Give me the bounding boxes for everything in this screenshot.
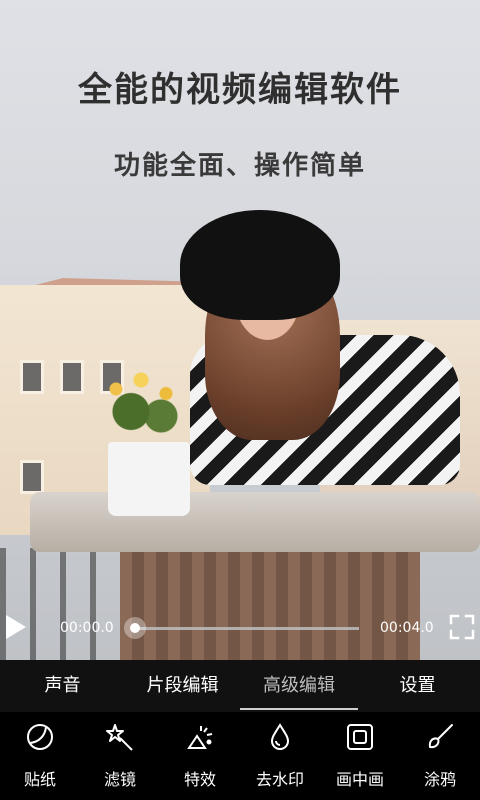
headline-subtitle: 功能全面、操作简单 xyxy=(113,151,366,181)
progress-track[interactable] xyxy=(134,627,359,630)
edit-tabs: 声音 片段编辑 高级编辑 设置 xyxy=(0,660,480,712)
active-tab-indicator xyxy=(240,708,358,710)
play-button[interactable] xyxy=(4,613,28,641)
woman-hat xyxy=(180,210,340,320)
sticker-icon xyxy=(27,724,53,750)
tool-label: 涂鸦 xyxy=(423,770,456,789)
picture-in-picture-icon xyxy=(347,724,373,750)
tool-picture-in-picture[interactable]: 画中画 xyxy=(320,712,400,800)
tool-bar: 贴纸 滤镜 特效 去水印 画中画 涂鸦 xyxy=(0,712,480,800)
wooden-table-top xyxy=(30,492,480,552)
tool-label: 特效 xyxy=(183,770,216,789)
building-window xyxy=(60,360,84,394)
flower-pot xyxy=(108,442,190,516)
tool-label: 画中画 xyxy=(335,770,384,789)
tool-label: 贴纸 xyxy=(23,770,56,789)
tab-clip-edit[interactable]: 片段编辑 xyxy=(120,660,245,712)
building-window xyxy=(20,460,44,494)
tool-sticker[interactable]: 贴纸 xyxy=(0,712,80,800)
current-time: 00:00.0 xyxy=(60,620,114,636)
tab-sound[interactable]: 声音 xyxy=(0,660,125,712)
app-root: 全能的视频编辑软件 功能全面、操作简单 00:00.0 00:04.0 声音 片… xyxy=(0,0,480,800)
tool-label: 去水印 xyxy=(255,770,304,789)
tool-label: 滤镜 xyxy=(103,770,136,789)
magic-wand-icon xyxy=(106,724,133,751)
fullscreen-button[interactable] xyxy=(448,613,476,641)
progress-thumb[interactable] xyxy=(124,617,146,639)
building-window xyxy=(20,360,44,394)
play-icon xyxy=(6,615,26,639)
player-controls: 00:00.0 00:04.0 xyxy=(0,606,480,650)
tool-effects[interactable]: 特效 xyxy=(160,712,240,800)
brush-icon xyxy=(428,724,453,749)
tool-filter[interactable]: 滤镜 xyxy=(80,712,160,800)
flower-bouquet xyxy=(96,362,196,452)
water-drop-icon xyxy=(270,723,290,750)
video-preview[interactable]: 全能的视频编辑软件 功能全面、操作简单 00:00.0 00:04.0 xyxy=(0,0,480,660)
tab-advanced-edit[interactable]: 高级编辑 xyxy=(238,660,360,712)
total-time: 00:04.0 xyxy=(380,620,434,636)
tab-settings[interactable]: 设置 xyxy=(355,660,480,712)
effects-icon xyxy=(187,726,213,749)
tool-doodle[interactable]: 涂鸦 xyxy=(400,712,480,800)
headline-title: 全能的视频编辑软件 xyxy=(78,70,402,110)
tool-remove-watermark[interactable]: 去水印 xyxy=(240,712,320,800)
fullscreen-icon xyxy=(449,614,475,640)
